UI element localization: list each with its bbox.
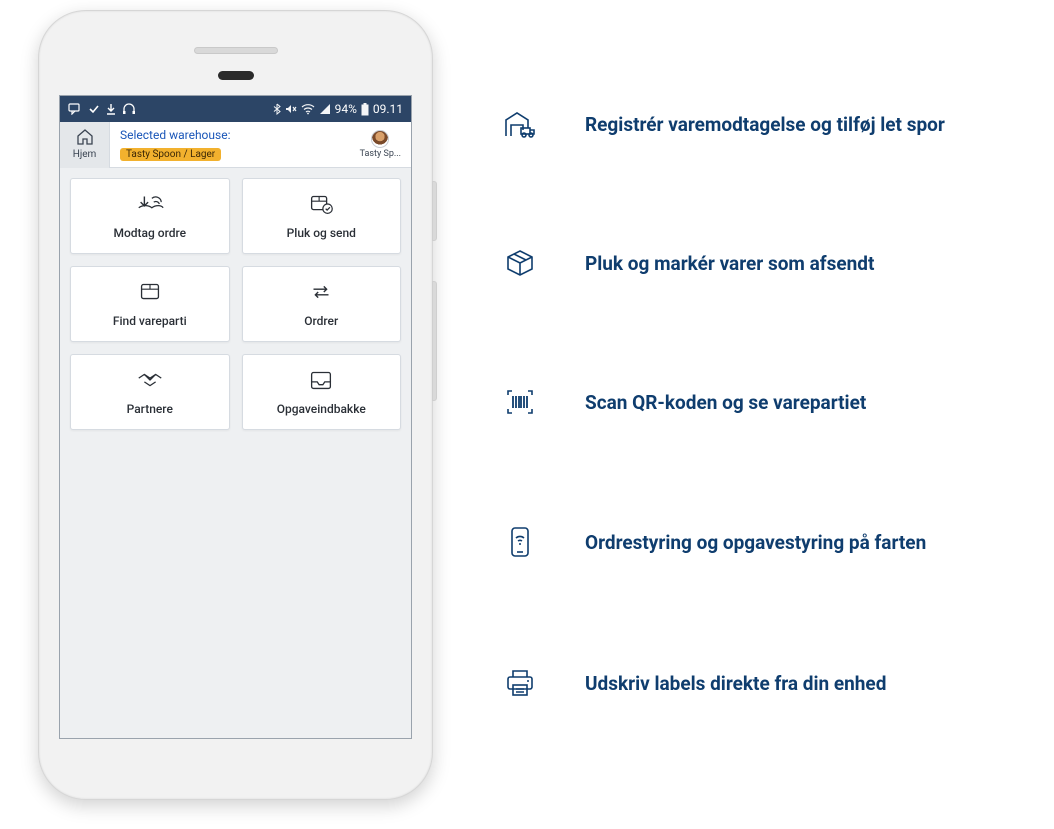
status-right-icons: 94% 09.11: [273, 102, 403, 116]
headphones-icon: [122, 103, 136, 115]
status-time: 09.11: [373, 102, 403, 116]
card-orders[interactable]: Ordrer: [242, 266, 402, 342]
card-task-inbox[interactable]: Opgaveindbakke: [242, 354, 402, 430]
selected-warehouse-label: Selected warehouse:: [120, 128, 350, 142]
signal-icon: [319, 103, 331, 115]
card-label: Opgaveindbakke: [277, 402, 366, 416]
card-label: Partnere: [127, 402, 173, 416]
phone-speaker: [194, 47, 278, 54]
card-label: Ordrer: [304, 314, 338, 328]
feature-text: Udskriv labels direkte fra din enhed: [585, 672, 886, 695]
bluetooth-icon: [273, 103, 281, 115]
home-icon: [76, 129, 94, 148]
check-icon: [88, 103, 100, 115]
card-partners[interactable]: Partnere: [70, 354, 230, 430]
card-pick-send[interactable]: Pluk og send: [242, 178, 402, 254]
feature-list: Registrér varemodtagelse og tilføj let s…: [503, 110, 945, 698]
user-name-short: Tasty Sp...: [360, 149, 401, 159]
phone-side-button: [432, 181, 437, 241]
printer-icon: [503, 668, 537, 698]
app-header: Hjem Selected warehouse: Tasty Spoon / L…: [60, 122, 411, 168]
home-tab[interactable]: Hjem: [60, 122, 110, 168]
header-mid: Selected warehouse: Tasty Spoon / Lager: [110, 124, 360, 165]
card-label: Modtag ordre: [113, 226, 186, 240]
battery-icon: [361, 103, 369, 116]
avatar: [371, 130, 389, 148]
feature-row: Pluk og markér varer som afsendt: [503, 248, 945, 278]
inbox-icon: [306, 368, 336, 396]
phone-side-button: [432, 281, 437, 401]
mobile-device-icon: [503, 526, 537, 558]
warehouse-truck-icon: [503, 110, 537, 138]
card-grid: Modtag ordre Pluk og send Find vareparti: [60, 168, 411, 440]
wifi-icon: [301, 103, 315, 115]
card-find-lot[interactable]: Find vareparti: [70, 266, 230, 342]
home-label: Hjem: [73, 149, 97, 160]
feature-text: Registrér varemodtagelse og tilføj let s…: [585, 113, 945, 136]
barcode-scan-icon: [503, 388, 537, 416]
feature-row: Ordrestyring og opgavestyring på farten: [503, 526, 945, 558]
mute-icon: [285, 103, 297, 115]
user-chip[interactable]: Tasty Sp...: [360, 130, 411, 159]
chat-icon: [68, 103, 82, 115]
box-check-icon: [306, 192, 336, 220]
feature-row: Scan QR-koden og se varepartiet: [503, 388, 945, 416]
feature-text: Scan QR-koden og se varepartiet: [585, 391, 866, 414]
app-screen: 94% 09.11 Hjem Selected warehouse:: [59, 95, 412, 739]
card-label: Pluk og send: [287, 226, 356, 240]
feature-row: Registrér varemodtagelse og tilføj let s…: [503, 110, 945, 138]
feature-text: Pluk og markér varer som afsendt: [585, 252, 874, 275]
feature-row: Udskriv labels direkte fra din enhed: [503, 668, 945, 698]
box-icon: [135, 280, 165, 308]
package-icon: [503, 248, 537, 278]
receive-icon: [135, 192, 165, 220]
feature-text: Ordrestyring og opgavestyring på farten: [585, 531, 926, 554]
card-label: Find vareparti: [113, 314, 187, 328]
card-receive-order[interactable]: Modtag ordre: [70, 178, 230, 254]
transfer-icon: [306, 280, 336, 308]
warehouse-pill[interactable]: Tasty Spoon / Lager: [120, 148, 221, 161]
download-icon: [106, 103, 116, 115]
status-bar: 94% 09.11: [60, 96, 411, 122]
handshake-icon: [135, 368, 165, 396]
battery-percent: 94%: [335, 102, 357, 116]
status-left-icons: [68, 103, 136, 115]
phone-home-pill: [218, 71, 254, 80]
phone-frame: 94% 09.11 Hjem Selected warehouse:: [38, 10, 433, 800]
